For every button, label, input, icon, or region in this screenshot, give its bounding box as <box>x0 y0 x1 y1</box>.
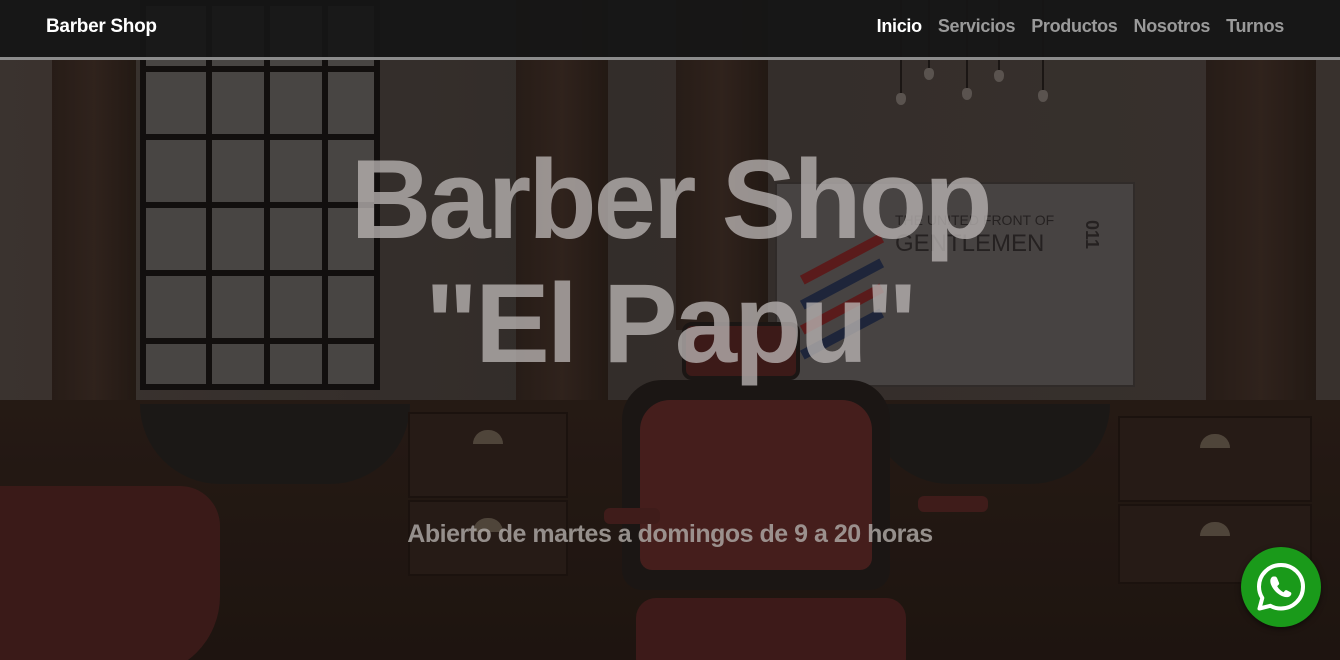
nav-links: Inicio Servicios Productos Nosotros Turn… <box>877 16 1285 37</box>
nav-link-inicio[interactable]: Inicio <box>877 16 923 37</box>
nav-link-productos[interactable]: Productos <box>1031 16 1118 37</box>
hero-title-line1: Barber Shop <box>350 137 992 262</box>
opening-hours: Abierto de martes a domingos de 9 a 20 h… <box>407 520 933 548</box>
nav-link-servicios[interactable]: Servicios <box>938 16 1016 37</box>
brand-link[interactable]: Barber Shop <box>46 16 157 38</box>
hero-title: Barber Shop "El Papu" <box>0 138 1340 386</box>
nav-link-turnos[interactable]: Turnos <box>1226 16 1284 37</box>
whatsapp-icon <box>1257 563 1305 611</box>
hero-title-line2: "El Papu" <box>425 261 918 386</box>
whatsapp-button[interactable] <box>1241 547 1321 627</box>
nav-link-nosotros[interactable]: Nosotros <box>1134 16 1211 37</box>
navbar: Barber Shop Inicio Servicios Productos N… <box>0 0 1340 60</box>
